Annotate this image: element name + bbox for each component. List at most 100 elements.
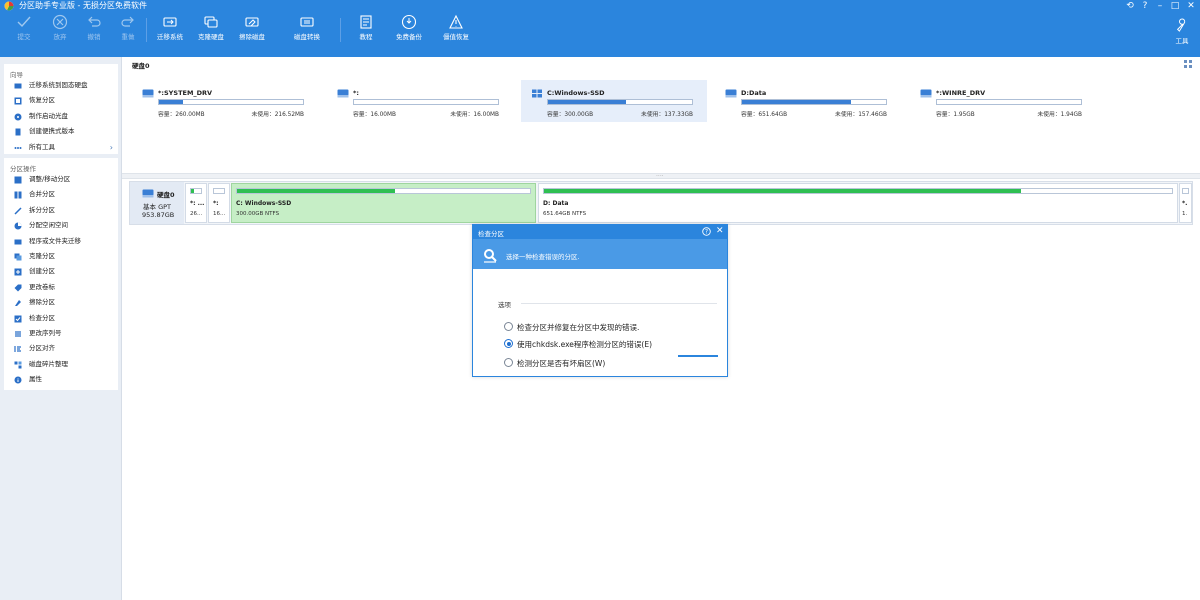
check-partition-icon <box>14 315 22 323</box>
restore-icon[interactable]: ⟲ <box>1124 1 1136 11</box>
usage-fill <box>237 189 396 193</box>
partition-block[interactable]: *: ... 26... <box>185 183 207 223</box>
partition-block[interactable]: *: 16... <box>208 183 230 223</box>
clone-partition-icon <box>14 253 22 261</box>
toolbar-label: 重做 <box>121 33 135 41</box>
sidebar-item-allocate-space[interactable]: 分配空闲空间 <box>4 218 118 233</box>
chevron-right-icon: › <box>109 142 113 152</box>
sidebar-item-label: 拆分分区 <box>29 205 55 214</box>
sidebar-item-properties[interactable]: 属性 <box>4 372 118 387</box>
maximize-icon[interactable]: □ <box>1169 1 1181 11</box>
sidebar-item-wipe-partition[interactable]: 擦除分区 <box>4 295 118 310</box>
usage-bar <box>158 99 304 105</box>
app-mover-icon <box>14 239 22 245</box>
wipe-disk-button[interactable]: 擦除磁盘 <box>232 14 272 44</box>
partition-label: *: ... <box>190 200 204 207</box>
wrench-icon <box>1176 18 1186 32</box>
tools-button[interactable]: 工具 <box>1170 18 1194 45</box>
sidebar-item-align[interactable]: 分区对齐 <box>4 341 118 356</box>
sidebar-item-label: 调整/移动分区 <box>29 175 71 183</box>
merge-icon <box>14 191 22 199</box>
radio-button[interactable] <box>504 322 513 331</box>
partition-card[interactable]: *:WINRE_DRV 容量：1.95GB 未使用：1.94GB <box>910 80 1096 122</box>
help-icon[interactable]: ? <box>1139 1 1151 11</box>
toolbar-label: 提交 <box>17 33 31 41</box>
sidebar: 向导 迁移系统到固态硬盘 恢复分区 制作启动光盘 创建便携式版本 所有工具 › … <box>0 57 122 600</box>
radio-button[interactable] <box>504 358 513 367</box>
sidebar-item-change-label[interactable]: 更改卷标 <box>4 280 118 295</box>
sidebar-item-label: 更改序列号 <box>29 328 62 337</box>
tools-label: 工具 <box>1175 37 1189 45</box>
card-name: D:Data <box>741 89 767 97</box>
sidebar-item-label: 分区对齐 <box>29 344 55 353</box>
minimize-icon[interactable]: – <box>1154 1 1166 11</box>
card-capacity: 容量：651.64GB <box>741 112 788 118</box>
app-logo-icon <box>4 1 14 11</box>
close-icon[interactable]: ✕ <box>1185 1 1197 11</box>
partition-card[interactable]: *: 容量：16.00MB 未使用：16.00MB <box>327 80 513 122</box>
partition-block-selected[interactable]: C: Windows-SSD 300.00GB NTFS <box>231 183 536 223</box>
dialog-title: 检查分区 <box>478 230 504 238</box>
pane-splitter[interactable]: ···· <box>122 173 1200 180</box>
partition-card[interactable]: *:SYSTEM_DRV 容量：260.00MB 未使用：216.52MB <box>132 80 318 122</box>
card-capacity: 容量：260.00MB <box>158 112 205 118</box>
sidebar-item-portable-version[interactable]: 创建便携式版本 <box>4 124 118 139</box>
sidebar-item-label: 更改卷标 <box>29 282 55 291</box>
sidebar-item-label: 所有工具 <box>29 142 55 151</box>
redo-button[interactable]: 重做 <box>108 14 148 44</box>
partition-block[interactable]: D: Data 651.64GB NTFS <box>538 183 1178 223</box>
wizard-panel: 向导 迁移系统到固态硬盘 恢复分区 制作启动光盘 创建便携式版本 所有工具 › <box>4 64 118 154</box>
help-icon[interactable]: ? <box>702 227 711 236</box>
migrate-os-icon <box>163 17 177 27</box>
card-name: *:SYSTEM_DRV <box>158 89 213 97</box>
sidebar-item-label: 克隆分区 <box>29 251 55 260</box>
migrate-os-button[interactable]: 迁移系统 <box>150 14 190 44</box>
recover-partition-icon <box>14 97 22 105</box>
sidebar-item-serial-number[interactable]: 更改序列号 <box>4 326 118 341</box>
usage-fill <box>191 189 194 193</box>
sidebar-item-label: 擦除分区 <box>29 298 55 307</box>
windows-icon <box>532 89 542 98</box>
card-name: *:WINRE_DRV <box>936 89 986 97</box>
grid-view-icon[interactable] <box>1184 60 1192 68</box>
sidebar-item-migrate-ssd[interactable]: 迁移系统到固态硬盘 <box>4 78 118 93</box>
partition-sub: 1. <box>1182 211 1188 217</box>
dialog-titlebar: 检查分区 ? ✕ <box>473 225 727 239</box>
card-free: 未使用：16.00MB <box>450 112 499 118</box>
card-capacity: 容量：16.00MB <box>353 112 396 118</box>
close-icon[interactable]: ✕ <box>716 226 724 237</box>
sidebar-item-split[interactable]: 拆分分区 <box>4 203 118 218</box>
sidebar-item-create-partition[interactable]: 创建分区 <box>4 264 118 279</box>
toolbar-label: 擦除磁盘 <box>239 33 265 41</box>
commit-button[interactable]: 提交 <box>4 14 44 44</box>
sidebar-item-check-partition[interactable]: 检查分区 <box>4 311 118 326</box>
partition-card[interactable]: D:Data 容量：651.64GB 未使用：157.46GB <box>715 80 901 122</box>
recovery-button[interactable]: 僵值恢复 <box>436 14 476 44</box>
tutorial-button[interactable]: 教程 <box>346 14 386 44</box>
sidebar-item-all-tools[interactable]: 所有工具 › <box>4 140 118 155</box>
sidebar-item-app-mover[interactable]: 程序或文件夹迁移 <box>4 234 118 249</box>
check-partition-dialog: 检查分区 ? ✕ 选择一种检查错误的分区. 选项 检查分区并修复在分区中发现的错… <box>472 224 728 377</box>
usage-bar <box>1182 188 1189 194</box>
disk-map-row[interactable]: 硬盘0 基本 GPT 953.87GB *: ... 26... *: 16..… <box>129 181 1193 225</box>
radio-button-checked[interactable] <box>504 339 513 348</box>
convert-disk-button[interactable]: 磁盘转换 <box>287 14 327 44</box>
partition-sub: 26... <box>190 211 203 217</box>
sidebar-item-label: 分配空闲空间 <box>29 221 68 230</box>
clone-disk-button[interactable]: 克隆硬盘 <box>191 14 231 44</box>
card-free: 未使用：1.94GB <box>1037 112 1082 118</box>
card-capacity: 容量：1.95GB <box>936 112 975 118</box>
sidebar-item-clone-partition[interactable]: 克隆分区 <box>4 249 118 264</box>
usage-bar <box>741 99 887 105</box>
sidebar-item-recover-partition[interactable]: 恢复分区 <box>4 93 118 108</box>
partition-label: *: <box>213 200 219 207</box>
sidebar-item-resize[interactable]: 调整/移动分区 <box>4 172 118 187</box>
sidebar-item-bootable-media[interactable]: 制作启动光盘 <box>4 109 118 124</box>
partition-card-selected[interactable]: C:Windows-SSD 容量：300.00GB 未使用：137.33GB <box>521 80 707 122</box>
sidebar-item-defrag[interactable]: 磁盘碎片整理 <box>4 357 118 372</box>
partition-block[interactable]: *. 1. <box>1179 183 1192 223</box>
sidebar-item-merge[interactable]: 合并分区 <box>4 187 118 202</box>
toolbar-label: 教程 <box>359 33 373 41</box>
free-backup-button[interactable]: 免费备份 <box>389 14 429 44</box>
resize-icon <box>14 176 22 184</box>
